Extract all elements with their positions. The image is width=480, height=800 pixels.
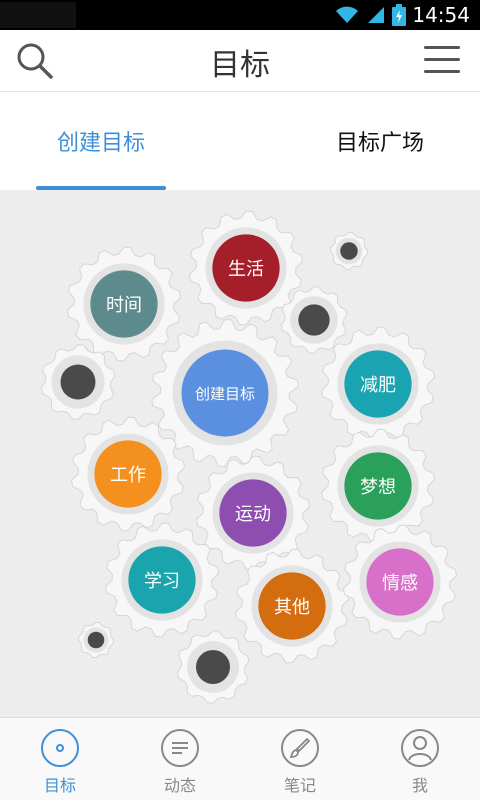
- gear-label: 情感: [382, 573, 418, 594]
- gear-work[interactable]: 工作: [70, 416, 186, 532]
- tab-create-goal[interactable]: 创建目标: [18, 92, 184, 190]
- small-gear: [280, 286, 348, 354]
- gear-label: 学习: [144, 571, 180, 592]
- gear-emotion[interactable]: 情感: [342, 524, 458, 640]
- gear-other[interactable]: 其他: [234, 548, 350, 664]
- gear-label: 其他: [274, 597, 310, 618]
- gear-shape: [176, 630, 250, 704]
- nav-label: 动态: [163, 776, 196, 795]
- notification-area: [0, 2, 76, 28]
- status-bar: 14:54: [0, 0, 480, 30]
- nav-label: 我: [411, 776, 428, 795]
- gear-hole: [340, 242, 358, 260]
- feed-icon: [161, 729, 199, 767]
- gear-shape: [330, 232, 368, 270]
- bottom-navigation: 目标 动态 笔记 我: [0, 717, 480, 800]
- status-time: 14:54: [412, 3, 470, 27]
- brush-icon: [281, 729, 319, 767]
- wifi-icon: [336, 6, 359, 23]
- nav-notes[interactable]: 笔记: [240, 718, 360, 800]
- small-gear: [40, 344, 116, 420]
- menu-button[interactable]: [422, 42, 462, 78]
- battery-icon: [392, 4, 407, 26]
- gear-hole: [298, 304, 330, 336]
- nav-goal[interactable]: 目标: [0, 718, 120, 800]
- gear-area: 生活 时间 创建目标 减肥 工作 梦想 运动 学习 其他 情感: [0, 190, 480, 717]
- gear-hole: [87, 631, 105, 649]
- nav-label: 目标: [43, 776, 76, 795]
- tab-goal-square[interactable]: 目标广场: [300, 92, 460, 190]
- small-gear: [330, 232, 368, 270]
- app-header: 目标: [0, 30, 480, 92]
- profile-icon: [401, 729, 439, 767]
- nav-profile[interactable]: 我: [360, 718, 480, 800]
- gear-hole: [195, 649, 231, 685]
- small-gear: [78, 622, 114, 658]
- menu-icon: [424, 46, 460, 73]
- nav-label: 笔记: [283, 776, 316, 795]
- gear-label: 工作: [110, 465, 146, 486]
- gear-shape: [78, 622, 114, 658]
- gear-shape: [280, 286, 348, 354]
- page-title: 目标: [210, 48, 270, 83]
- nav-feed[interactable]: 动态: [120, 718, 240, 800]
- target-icon: [41, 729, 79, 767]
- gear-hole: [60, 364, 96, 400]
- gear-study[interactable]: 学习: [104, 522, 220, 638]
- small-gear: [176, 630, 250, 704]
- tab-bar: 创建目标 目标广场: [0, 92, 480, 190]
- status-icons: 14:54: [334, 0, 470, 30]
- signal-icon: [368, 7, 385, 23]
- gear-shape: [40, 344, 116, 420]
